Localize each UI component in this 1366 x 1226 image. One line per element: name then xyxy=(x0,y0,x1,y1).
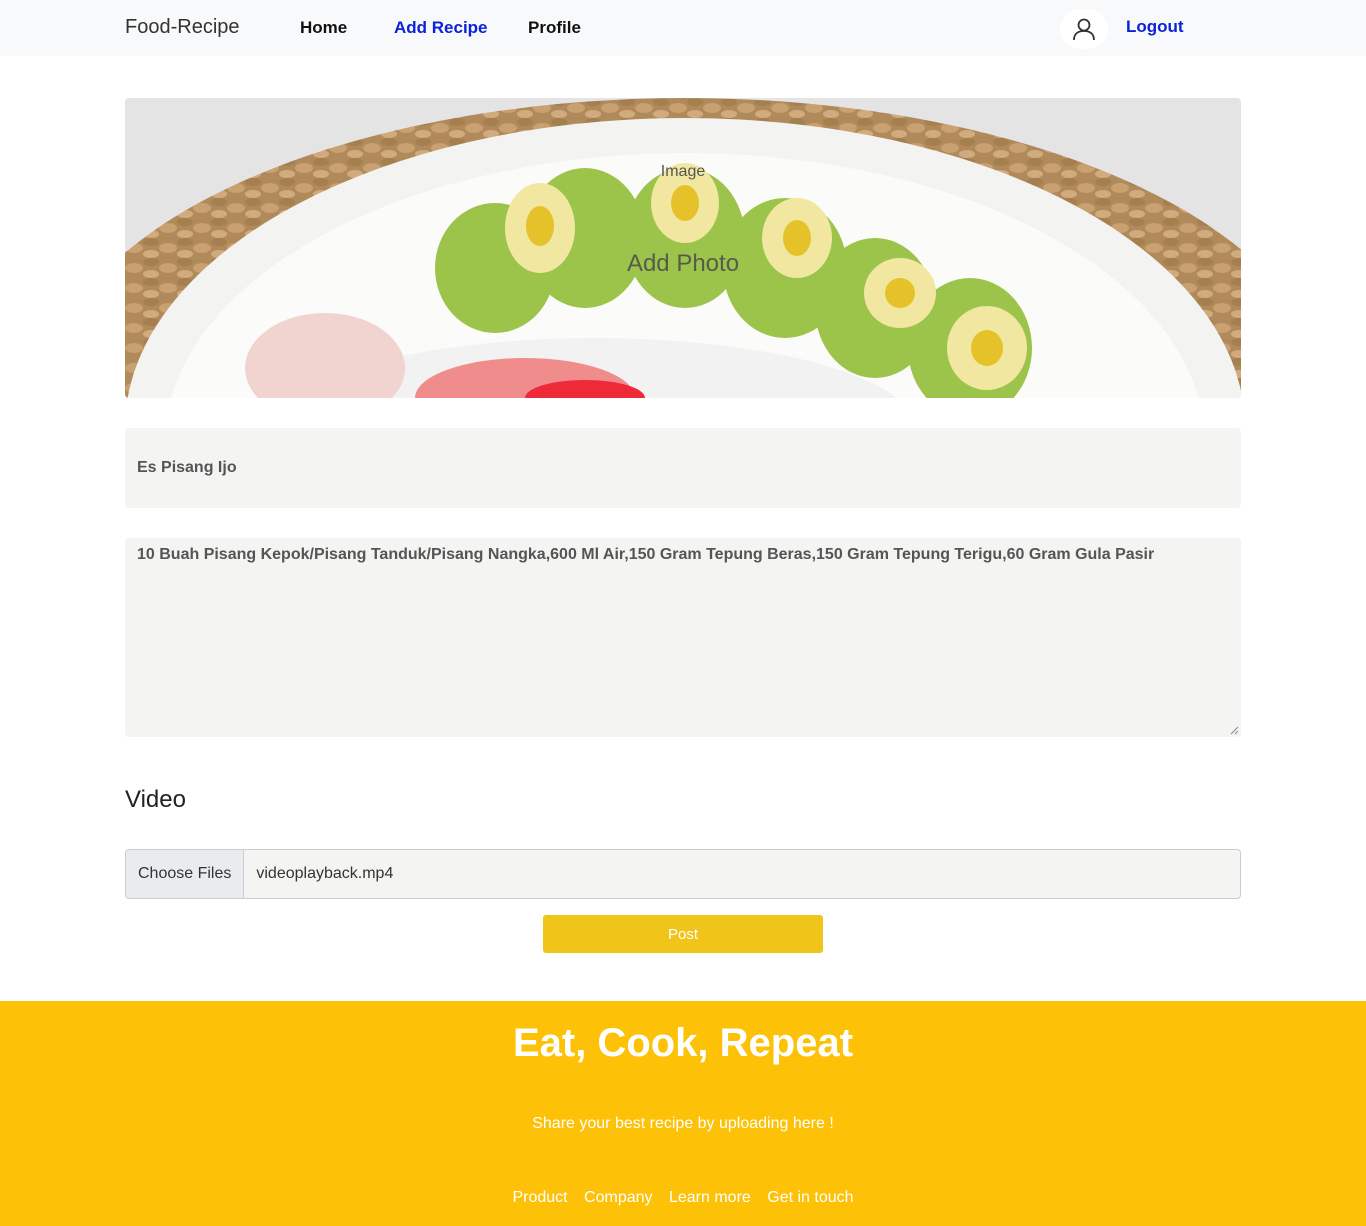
nav-profile[interactable]: Profile xyxy=(528,18,581,38)
add-photo-area[interactable]: Image Add Photo xyxy=(125,98,1241,398)
post-button[interactable]: Post xyxy=(543,915,823,953)
recipe-title-input[interactable]: Es Pisang Ijo xyxy=(125,428,1241,508)
footer-link-company[interactable]: Company xyxy=(584,1189,652,1206)
footer-link-learn-more[interactable]: Learn more xyxy=(669,1189,751,1206)
user-avatar[interactable] xyxy=(1060,9,1108,49)
video-heading: Video xyxy=(125,786,186,813)
add-photo-label[interactable]: Add Photo xyxy=(125,250,1241,278)
footer-title: Eat, Cook, Repeat xyxy=(512,1021,854,1065)
selected-file-name: videoplayback.mp4 xyxy=(256,865,394,882)
logout-link[interactable]: Logout xyxy=(1126,17,1184,37)
resize-grip-icon[interactable] xyxy=(1230,726,1239,735)
ingredients-text: 10 Buah Pisang Kepok/Pisang Tanduk/Pisan… xyxy=(137,546,1155,563)
recipe-photo xyxy=(125,98,1241,398)
footer-link-get-in-touch[interactable]: Get in touch xyxy=(767,1189,853,1206)
photo-label-image: Image xyxy=(660,163,706,180)
footer-links: Product Company Learn more Get in touch xyxy=(0,1189,1366,1207)
navbar: Food-Recipe Home Add Recipe Profile Logo… xyxy=(0,0,1366,56)
footer: Eat, Cook, Repeat Share your best recipe… xyxy=(0,1001,1366,1226)
choose-files-button[interactable]: Choose Files xyxy=(126,850,245,898)
nav-home[interactable]: Home xyxy=(300,18,347,38)
brand-logo[interactable]: Food-Recipe xyxy=(125,16,240,39)
ingredients-textarea[interactable]: 10 Buah Pisang Kepok/Pisang Tanduk/Pisan… xyxy=(125,538,1241,737)
nav-add-recipe[interactable]: Add Recipe xyxy=(394,18,488,38)
footer-link-product[interactable]: Product xyxy=(512,1189,567,1206)
footer-subtitle: Share your best recipe by uploading here… xyxy=(532,1115,834,1132)
video-file-input[interactable]: Choose Files videoplayback.mp4 xyxy=(125,849,1241,899)
user-icon xyxy=(1073,18,1095,41)
